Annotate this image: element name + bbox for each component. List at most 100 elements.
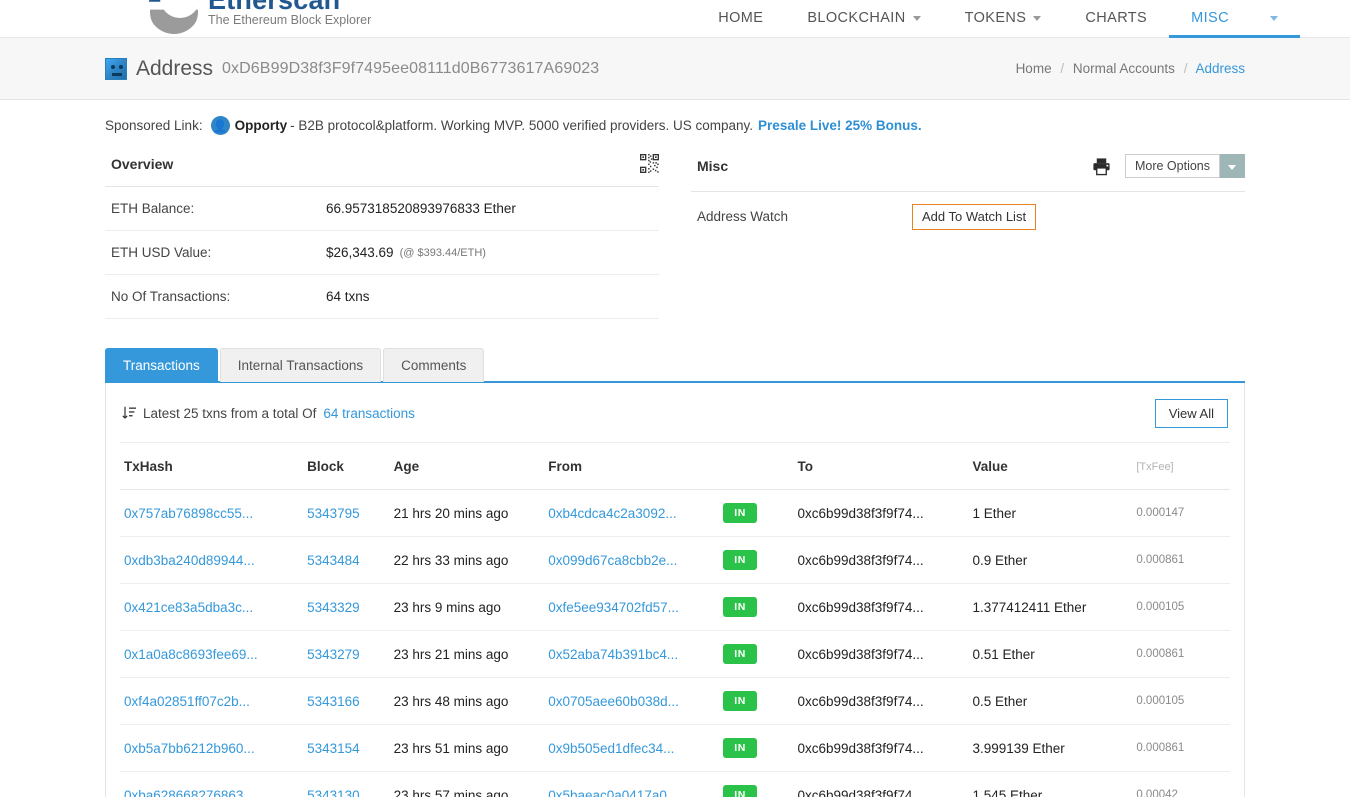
direction-badge: IN (723, 644, 757, 664)
nav-item-tokens[interactable]: TOKENS (943, 0, 1064, 38)
misc-title: Misc (697, 158, 729, 174)
chevron-down-icon (1228, 164, 1236, 170)
total-transactions-link[interactable]: 64 transactions (323, 406, 415, 421)
brand-name: Etherscan (208, 0, 371, 13)
site-logo[interactable]: Etherscan The Ethereum Block Explorer (148, 0, 371, 34)
block-link[interactable]: 5343154 (307, 741, 360, 756)
from-address-link[interactable]: 0x5baeac0a0417a0... (548, 788, 678, 797)
add-to-watch-list-button[interactable]: Add To Watch List (912, 204, 1037, 230)
table-row[interactable]: 0xdb3ba240d89944... 5343484 22 hrs 33 mi… (120, 536, 1230, 584)
table-row[interactable]: 0xba628668276863... 5343130 23 hrs 57 mi… (120, 771, 1230, 797)
from-address-link[interactable]: 0x0705aee60b038d... (548, 694, 679, 709)
misc-row-address-watch: Address Watch Add To Watch List (691, 192, 1245, 242)
cell-from: 0x5baeac0a0417a0... (544, 771, 720, 797)
row-value: 64 txns (326, 289, 370, 304)
txhash-link[interactable]: 0x1a0a8c8693fee69... (124, 647, 258, 662)
direction-badge: IN (723, 691, 757, 711)
cell-direction: IN (719, 724, 794, 772)
cell-txfee: 0.000861 (1136, 630, 1230, 678)
table-row[interactable]: 0xf4a02851ff07c2b... 5343166 23 hrs 48 m… (120, 677, 1230, 725)
cell-block: 5343279 (303, 630, 390, 678)
overview-row-usd-value: ETH USD Value: $26,343.69 (@ $393.44/ETH… (105, 231, 659, 275)
txhash-link[interactable]: 0xdb3ba240d89944... (124, 553, 255, 568)
overview-title: Overview (111, 155, 174, 172)
txhash-link[interactable]: 0xba628668276863... (124, 788, 255, 797)
block-link[interactable]: 5343484 (307, 553, 360, 568)
cell-value: 1.377412411 Ether (968, 583, 1137, 631)
from-address-link[interactable]: 0x099d67ca8cbb2e... (548, 553, 677, 568)
row-key: Address Watch (697, 209, 789, 225)
from-address-link[interactable]: 0x52aba74b391bc4... (548, 647, 678, 662)
cell-txhash: 0xf4a02851ff07c2b... (120, 677, 304, 725)
txhash-link[interactable]: 0x421ce83a5dba3c... (124, 600, 253, 615)
from-address-link[interactable]: 0xfe5ee934702fd57... (548, 600, 679, 615)
txhash-link[interactable]: 0xb5a7bb6212b960... (124, 741, 255, 756)
breadcrumb-current[interactable]: Address (1195, 61, 1245, 76)
column-header-to[interactable]: To (793, 443, 969, 490)
table-row[interactable]: 0x1a0a8c8693fee69... 5343279 23 hrs 21 m… (120, 630, 1230, 678)
block-link[interactable]: 5343130 (307, 788, 360, 797)
sponsored-link-banner: Sponsored Link: 👤 Opporty - B2B protocol… (105, 100, 1245, 148)
cell-block: 5343329 (303, 583, 390, 631)
cell-direction: IN (719, 771, 794, 797)
row-key: ETH Balance: (111, 201, 195, 216)
column-header-from[interactable]: From (544, 443, 720, 490)
tab-internal-transactions[interactable]: Internal Transactions (219, 348, 382, 382)
summary-panels: Overview ETH Balance: 66.957318520893976… (105, 154, 1245, 319)
table-header-row: TxHash Block Age From To Value [TxFee] (120, 443, 1230, 490)
more-options-dropdown-toggle[interactable] (1220, 154, 1245, 178)
tab-transactions[interactable]: Transactions (105, 348, 218, 382)
block-link[interactable]: 5343279 (307, 647, 360, 662)
qr-code-icon[interactable] (640, 154, 659, 173)
txhash-link[interactable]: 0x757ab76898cc55... (124, 506, 253, 521)
column-header-txhash[interactable]: TxHash (120, 443, 304, 490)
cell-to: 0xc6b99d38f3f9f74... (793, 630, 969, 678)
cell-direction: IN (719, 677, 794, 725)
column-header-value[interactable]: Value (968, 443, 1137, 490)
table-row[interactable]: 0xb5a7bb6212b960... 5343154 23 hrs 51 mi… (120, 724, 1230, 772)
sponsor-brand[interactable]: Opporty (235, 118, 288, 133)
address-identicon-icon (105, 57, 127, 80)
block-link[interactable]: 5343166 (307, 694, 360, 709)
view-all-button[interactable]: View All (1154, 399, 1228, 428)
txhash-link[interactable]: 0xf4a02851ff07c2b... (124, 694, 250, 709)
nav-label: MISC (1191, 9, 1229, 26)
from-address-link[interactable]: 0xb4cdca4c2a3092... (548, 506, 676, 521)
more-options-button[interactable]: More Options (1124, 154, 1220, 178)
overview-panel: Overview ETH Balance: 66.957318520893976… (105, 154, 659, 319)
column-header-block[interactable]: Block (303, 443, 390, 490)
table-row[interactable]: 0x757ab76898cc55... 5343795 21 hrs 20 mi… (120, 489, 1230, 537)
block-link[interactable]: 5343329 (307, 600, 360, 615)
table-row[interactable]: 0x421ce83a5dba3c... 5343329 23 hrs 9 min… (120, 583, 1230, 631)
printer-icon[interactable] (1092, 157, 1111, 176)
nav-item-home[interactable]: HOME (696, 0, 785, 38)
breadcrumb: Home / Normal Accounts / Address (1016, 61, 1245, 76)
row-note: (@ $393.44/ETH) (399, 246, 486, 259)
tab-comments[interactable]: Comments (383, 348, 485, 382)
nav-label: TOKENS (964, 9, 1027, 26)
sponsor-promo-link[interactable]: Presale Live! 25% Bonus. (758, 118, 922, 133)
breadcrumb-section[interactable]: Normal Accounts (1073, 61, 1175, 76)
page-header-band: Address 0xD6B99D38f3F9f7495ee08111d0B677… (0, 38, 1350, 100)
nav-item-blockchain[interactable]: BLOCKCHAIN (785, 0, 942, 38)
row-value: 66.957318520893976833 Ether (326, 201, 516, 216)
nav-item-charts[interactable]: CHARTS (1063, 0, 1169, 38)
column-header-age[interactable]: Age (389, 443, 545, 490)
breadcrumb-home[interactable]: Home (1016, 61, 1052, 76)
block-link[interactable]: 5343795 (307, 506, 360, 521)
cell-to: 0xc6b99d38f3f9f74... (793, 724, 969, 772)
overview-row-tx-count: No Of Transactions: 64 txns (105, 275, 659, 319)
address-value: 0xD6B99D38f3F9f7495ee08111d0B6773617A690… (222, 59, 600, 77)
cell-direction: IN (719, 630, 794, 678)
sort-descending-icon[interactable] (122, 406, 136, 421)
cell-to: 0xc6b99d38f3f9f74... (793, 583, 969, 631)
page-title: Address 0xD6B99D38f3F9f7495ee08111d0B677… (105, 57, 599, 81)
transactions-table: TxHash Block Age From To Value [TxFee] 0… (120, 443, 1230, 797)
cell-from: 0xfe5ee934702fd57... (544, 583, 720, 631)
misc-panel-header: Misc More Options (691, 154, 1245, 192)
etherscan-logo-icon (148, 0, 200, 34)
nav-item-misc[interactable]: MISC (1169, 0, 1300, 38)
nav-label: HOME (718, 9, 764, 26)
from-address-link[interactable]: 0x9b505ed1dfec34... (548, 741, 674, 756)
cell-to: 0xc6b99d38f3f9f74... (793, 536, 969, 584)
